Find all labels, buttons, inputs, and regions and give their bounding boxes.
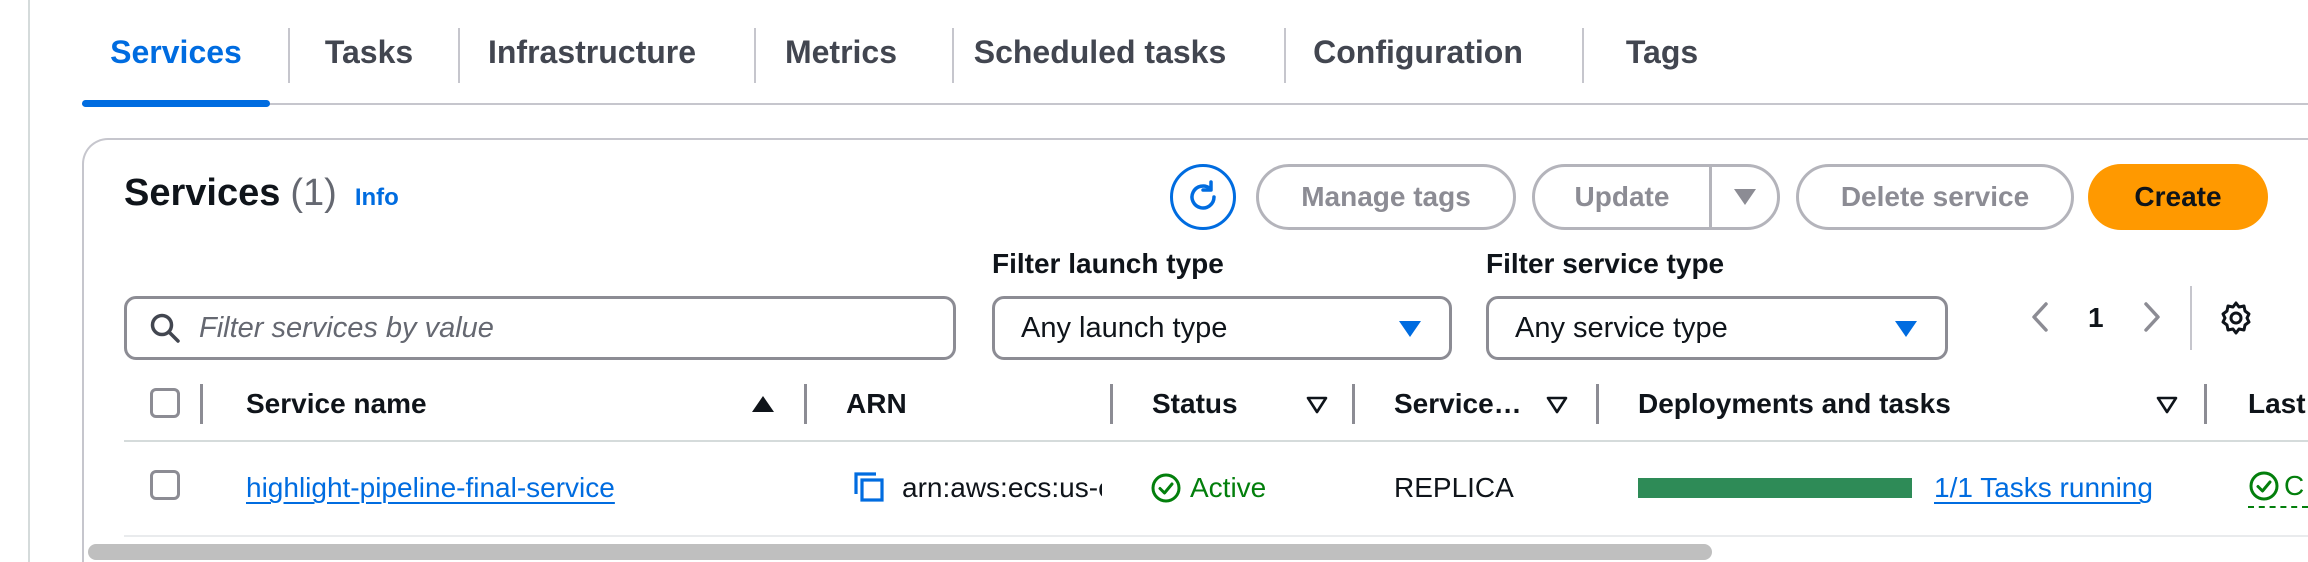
horizontal-scrollbar[interactable] — [84, 542, 2308, 562]
sort-icon — [1546, 396, 1568, 419]
status-badge: Active — [1150, 472, 1266, 504]
column-header-status[interactable]: Status — [1152, 388, 1238, 420]
select-value: Any launch type — [1021, 311, 1228, 344]
check-circle-icon — [1151, 473, 1181, 503]
tab-label: Configuration — [1313, 34, 1523, 70]
chevron-left-icon — [2032, 302, 2048, 332]
check-circle-icon — [2249, 471, 2279, 501]
caret-down-icon — [1399, 321, 1421, 337]
button-label: Create — [2134, 181, 2222, 212]
services-header: Services (1) Info — [124, 172, 399, 215]
chevron-right-icon — [2144, 302, 2160, 332]
row-divider — [124, 535, 2308, 537]
info-link[interactable]: Info — [355, 184, 399, 212]
gear-icon — [2221, 301, 2251, 335]
tab-divider — [458, 28, 460, 83]
tab-divider — [952, 28, 954, 83]
table-settings-button[interactable] — [2218, 300, 2254, 341]
tab-scheduled-tasks[interactable]: Scheduled tasks — [970, 0, 1230, 105]
column-header-arn[interactable]: ARN — [846, 388, 907, 420]
sort-ascending-icon — [752, 396, 774, 412]
column-divider[interactable] — [804, 384, 807, 424]
button-label: Manage tags — [1301, 181, 1471, 212]
column-header-service-name[interactable]: Service name — [246, 388, 427, 420]
tab-metrics[interactable]: Metrics — [772, 0, 910, 105]
left-divider — [28, 0, 30, 562]
column-divider — [200, 384, 203, 424]
deployment-progress-bar — [1638, 478, 1912, 498]
copy-arn-button[interactable] — [852, 470, 886, 511]
update-button[interactable]: Update — [1535, 181, 1709, 213]
tab-tags[interactable]: Tags — [1600, 0, 1724, 105]
search-placeholder: Filter services by value — [199, 311, 494, 344]
tab-divider — [754, 28, 756, 83]
create-button[interactable]: Create — [2088, 164, 2268, 230]
arn-value: arn:aws:ecs:us-e — [902, 472, 1102, 503]
next-page-button[interactable] — [2142, 300, 2162, 343]
delete-service-button[interactable]: Delete service — [1796, 164, 2074, 230]
search-input[interactable]: Filter services by value — [124, 296, 956, 360]
table-header-divider — [124, 440, 2308, 442]
launch-type-select[interactable]: Any launch type — [992, 296, 1452, 360]
launch-type-label: Filter launch type — [992, 248, 1224, 279]
manage-tags-button[interactable]: Manage tags — [1256, 164, 1516, 230]
scrollbar-thumb[interactable] — [88, 544, 1712, 560]
update-dropdown-button[interactable] — [1712, 167, 1777, 227]
pager-divider — [2190, 286, 2192, 350]
page-title: Services — [124, 172, 281, 214]
status-text: C — [2284, 470, 2305, 501]
select-value: Any service type — [1515, 311, 1728, 344]
service-name-link[interactable]: highlight-pipeline-final-service — [246, 472, 615, 504]
last-deployment-status[interactable]: C — [2248, 466, 2308, 508]
refresh-button[interactable] — [1170, 164, 1236, 230]
tab-label: Tags — [1625, 34, 1699, 70]
status-text: Active — [1190, 472, 1267, 503]
service-type-value: REPLICA — [1394, 472, 1514, 503]
sort-icon — [1306, 396, 1328, 419]
caret-down-icon — [1895, 321, 1917, 337]
column-header-deployments[interactable]: Deployments and tasks — [1638, 388, 1951, 420]
sort-icon — [2156, 396, 2178, 419]
active-tab-indicator — [82, 100, 270, 107]
button-label: Update — [1574, 181, 1670, 212]
tab-label: Tasks — [324, 34, 414, 70]
tab-services[interactable]: Services — [82, 0, 270, 107]
tab-tasks[interactable]: Tasks — [307, 0, 431, 105]
tab-infrastructure[interactable]: Infrastructure — [476, 0, 708, 105]
tab-divider — [1582, 28, 1584, 83]
select-all-checkbox[interactable] — [150, 388, 180, 418]
tab-label: Scheduled tasks — [973, 34, 1227, 70]
tab-label: Infrastructure — [487, 34, 697, 70]
caret-down-icon — [1733, 189, 1756, 205]
column-header-service-type[interactable]: Service… — [1394, 388, 1522, 420]
tab-label: Metrics — [784, 34, 898, 70]
update-split-button: Update — [1532, 164, 1780, 230]
previous-page-button[interactable] — [2030, 300, 2050, 343]
tab-configuration[interactable]: Configuration — [1302, 0, 1534, 105]
column-header-last[interactable]: Last — [2248, 388, 2306, 420]
tab-bar: Services Tasks Infrastructure Metrics Sc… — [82, 0, 2308, 107]
ecs-cluster-page: Services Tasks Infrastructure Metrics Sc… — [0, 0, 2308, 562]
column-divider[interactable] — [1352, 384, 1355, 424]
search-icon — [150, 313, 180, 343]
tab-divider — [1284, 28, 1286, 83]
copy-icon — [854, 472, 884, 502]
row-checkbox[interactable] — [150, 470, 180, 500]
tab-divider — [288, 28, 290, 83]
tasks-running-link[interactable]: 1/1 Tasks running — [1934, 472, 2153, 504]
tab-label: Services — [110, 34, 242, 70]
refresh-icon — [1190, 180, 1216, 210]
service-type-select[interactable]: Any service type — [1486, 296, 1948, 360]
column-divider[interactable] — [1110, 384, 1113, 424]
column-divider[interactable] — [1596, 384, 1599, 424]
service-type-label: Filter service type — [1486, 248, 1725, 279]
button-label: Delete service — [1840, 181, 2030, 212]
column-divider[interactable] — [2204, 384, 2207, 424]
services-count: (1) — [290, 172, 337, 214]
current-page[interactable]: 1 — [2088, 302, 2104, 334]
progress-fill — [1638, 478, 1912, 498]
